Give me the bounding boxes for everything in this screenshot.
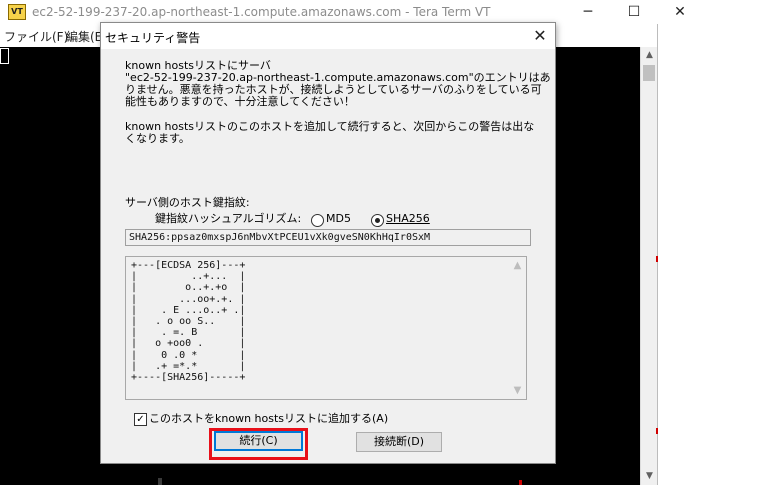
taskbar-mark [519,480,522,485]
sha256-radio[interactable] [371,214,384,227]
scroll-up-icon[interactable]: ▲ [641,47,658,64]
disconnect-button[interactable]: 接続断(D) [356,432,442,452]
warning-message-line: くなります。 [125,132,190,145]
sha256-radio-label[interactable]: SHA256 [386,213,430,225]
dialog-title: セキュリティ警告 [105,31,201,45]
randomart-box[interactable]: +---[ECDSA 256]---+ | ..+... | | o..+.+o… [125,256,527,400]
add-to-known-hosts-label[interactable]: このホストをknown hostsリストに追加する(A) [149,413,388,425]
randomart-text: +---[ECDSA 256]---+ | ..+... | | o..+.+o… [131,260,246,384]
scroll-up-icon[interactable]: ▲ [509,260,526,271]
window-edge [657,24,658,485]
md5-radio-label[interactable]: MD5 [326,213,351,225]
minimize-button[interactable]: ─ [565,0,611,24]
randomart-scrollbar[interactable]: ▲ ▼ [509,257,526,399]
terminal-cursor [0,48,9,64]
add-to-known-hosts-checkbox[interactable]: ✓ [134,413,147,426]
hash-algorithm-label: 鍵指紋ハッシュアルゴリズム: [155,212,302,225]
md5-radio[interactable] [311,214,324,227]
main-title-bar: VT ec2-52-199-237-20.ap-northeast-1.comp… [0,0,768,24]
maximize-button[interactable]: ☐ [611,0,657,24]
taskbar-fragment [158,478,162,485]
scroll-down-icon[interactable]: ▼ [509,385,526,396]
security-warning-dialog: セキュリティ警告 ✕ known hostsリストにサーバ "ec2-52-19… [100,22,556,464]
main-window-title: ec2-52-199-237-20.ap-northeast-1.compute… [32,5,491,19]
dialog-title-bar: セキュリティ警告 ✕ [101,23,555,49]
edge-mark [656,428,658,434]
scroll-down-icon[interactable]: ▼ [641,468,658,485]
terminal-scrollbar[interactable]: ▲ ▼ [640,47,658,485]
scrollbar-thumb[interactable] [643,65,655,81]
fingerprint-label: サーバ側のホスト鍵指紋: [125,196,250,209]
edge-mark [656,256,658,262]
dialog-close-icon[interactable]: ✕ [525,23,555,49]
fingerprint-field[interactable]: SHA256:ppsaz0mxspJ6nMbvXtPCEU1vXk0gveSN0… [125,229,531,246]
continue-button-highlight [209,428,308,460]
menu-file[interactable]: ファイル(F) [4,28,68,45]
close-window-button[interactable]: ✕ [657,0,703,24]
warning-message-line: 能性もありますので、十分注意してください！ [125,95,355,108]
teraterm-app-icon: VT [8,4,26,20]
